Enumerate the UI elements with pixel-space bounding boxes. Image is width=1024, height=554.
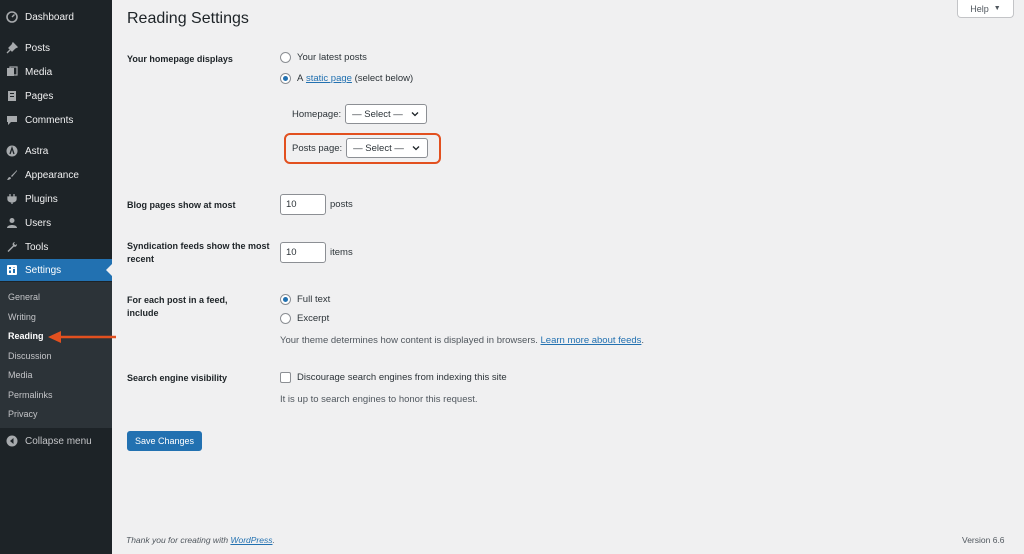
chevron-down-icon <box>412 146 420 151</box>
radio-static-page[interactable] <box>280 73 291 84</box>
feed-description-text: Your theme determines how content is dis… <box>280 335 538 346</box>
footer-thanks: Thank you for creating with WordPress. <box>126 535 275 545</box>
pin-icon <box>6 42 18 54</box>
homepage-select-row: Homepage: — Select — <box>292 104 428 124</box>
radio-latest-posts[interactable] <box>280 52 291 63</box>
sidebar-item-posts[interactable]: Posts <box>0 37 112 59</box>
help-button[interactable]: Help ▼ <box>957 0 1014 18</box>
sidebar-item-media[interactable]: Media <box>0 61 112 83</box>
astra-icon <box>6 145 18 157</box>
posts-page-select-value: — Select — <box>353 142 404 154</box>
homepage-select[interactable]: — Select — <box>345 104 428 124</box>
footer-thanks-text: Thank you for creating with <box>126 535 229 545</box>
radio-static-page-row[interactable]: A static page (select below) <box>280 73 413 84</box>
sidebar-item-label: Pages <box>25 90 54 102</box>
discourage-search-label: Discourage search engines from indexing … <box>297 372 507 383</box>
submenu-item-privacy[interactable]: Privacy <box>8 409 38 419</box>
sidebar-item-label: Tools <box>25 241 49 253</box>
posts-page-select-row: Posts page: — Select — <box>292 138 429 158</box>
sidebar-item-tools[interactable]: Tools <box>0 236 112 258</box>
sidebar-item-label: Media <box>25 66 53 78</box>
posts-page-select-label: Posts page: <box>292 142 343 154</box>
collapse-menu-label: Collapse menu <box>25 435 92 447</box>
page-title: Reading Settings <box>127 10 249 27</box>
sidebar-item-plugins[interactable]: Plugins <box>0 188 112 210</box>
homepage-select-label: Homepage: <box>292 108 342 120</box>
blog-pages-input[interactable] <box>280 194 326 215</box>
syndication-row: items <box>280 242 353 263</box>
collapse-menu-button[interactable]: Collapse menu <box>0 430 112 452</box>
footer-version: Version 6.6 <box>962 535 1005 545</box>
caret-down-icon: ▼ <box>993 5 1001 12</box>
sidebar-item-label: Posts <box>25 42 51 54</box>
sidebar-item-label: Appearance <box>25 169 79 181</box>
submenu-item-reading[interactable]: Reading <box>8 331 44 341</box>
sidebar-item-label: Users <box>25 217 52 229</box>
sidebar-item-label: Dashboard <box>25 11 74 23</box>
radio-excerpt[interactable] <box>280 313 291 324</box>
sidebar-item-label: Settings <box>25 264 62 276</box>
feed-description: Your theme determines how content is dis… <box>280 335 645 346</box>
syndication-input[interactable] <box>280 242 326 263</box>
sidebar-item-comments[interactable]: Comments <box>0 109 112 131</box>
learn-more-feeds-link[interactable]: Learn more about feeds <box>541 335 642 346</box>
blog-pages-unit: posts <box>330 199 353 210</box>
collapse-icon <box>6 435 18 447</box>
discourage-search-checkbox[interactable] <box>280 372 291 383</box>
settings-submenu: General Writing Reading Discussion Media… <box>0 282 112 428</box>
posts-page-select[interactable]: — Select — <box>346 138 429 158</box>
annotation-arrow <box>48 331 116 343</box>
radio-latest-posts-row[interactable]: Your latest posts <box>280 52 367 63</box>
pages-icon <box>6 90 18 102</box>
submenu-item-permalinks[interactable]: Permalinks <box>8 390 53 400</box>
static-page-link[interactable]: static page <box>306 73 352 84</box>
syndication-label: Syndication feeds show the most recent <box>127 241 270 264</box>
submenu-item-general[interactable]: General <box>8 292 40 302</box>
radio-full-text[interactable] <box>280 294 291 305</box>
radio-excerpt-label: Excerpt <box>297 313 330 324</box>
sidebar-item-appearance[interactable]: Appearance <box>0 164 112 186</box>
radio-full-text-row[interactable]: Full text <box>280 294 330 305</box>
wrench-icon <box>6 241 18 253</box>
homepage-select-value: — Select — <box>352 108 403 120</box>
radio-static-suffix: (select below) <box>354 73 414 84</box>
search-visibility-label: Search engine visibility <box>127 373 228 383</box>
homepage-displays-label: Your homepage displays <box>127 54 233 64</box>
search-visibility-description: It is up to search engines to honor this… <box>280 394 478 405</box>
feed-content-label: For each post in a feed, include <box>127 295 228 318</box>
sidebar-item-settings[interactable]: Settings <box>0 259 112 281</box>
help-label: Help <box>970 3 989 14</box>
sidebar-item-label: Comments <box>25 114 74 126</box>
comments-icon <box>6 114 18 126</box>
sidebar-item-label: Plugins <box>25 193 58 205</box>
radio-static-prefix: A <box>297 73 304 84</box>
submenu-item-writing[interactable]: Writing <box>8 312 36 322</box>
wordpress-link[interactable]: WordPress <box>230 535 272 545</box>
radio-excerpt-row[interactable]: Excerpt <box>280 313 329 324</box>
blog-pages-label: Blog pages show at most <box>127 200 236 210</box>
sidebar-item-astra[interactable]: Astra <box>0 140 112 162</box>
blog-pages-row: posts <box>280 194 353 215</box>
save-changes-button[interactable]: Save Changes <box>127 431 202 451</box>
sidebar-item-pages[interactable]: Pages <box>0 85 112 107</box>
settings-icon <box>6 264 18 276</box>
sidebar-item-label: Astra <box>25 145 49 157</box>
media-icon <box>6 66 18 78</box>
radio-latest-posts-label: Your latest posts <box>297 52 367 63</box>
submenu-item-discussion[interactable]: Discussion <box>8 351 52 361</box>
sidebar-item-dashboard[interactable]: Dashboard <box>0 6 112 28</box>
syndication-unit: items <box>330 247 353 258</box>
chevron-down-icon <box>411 112 419 117</box>
radio-full-text-label: Full text <box>297 294 331 305</box>
dashboard-icon <box>6 11 18 23</box>
plug-icon <box>6 193 18 205</box>
sidebar-item-users[interactable]: Users <box>0 212 112 234</box>
brush-icon <box>6 169 18 181</box>
submenu-item-media[interactable]: Media <box>8 370 33 380</box>
users-icon <box>6 217 18 229</box>
admin-sidebar: Dashboard Posts Media Pages Comments Ast… <box>0 0 112 554</box>
discourage-search-row[interactable]: Discourage search engines from indexing … <box>280 372 507 383</box>
